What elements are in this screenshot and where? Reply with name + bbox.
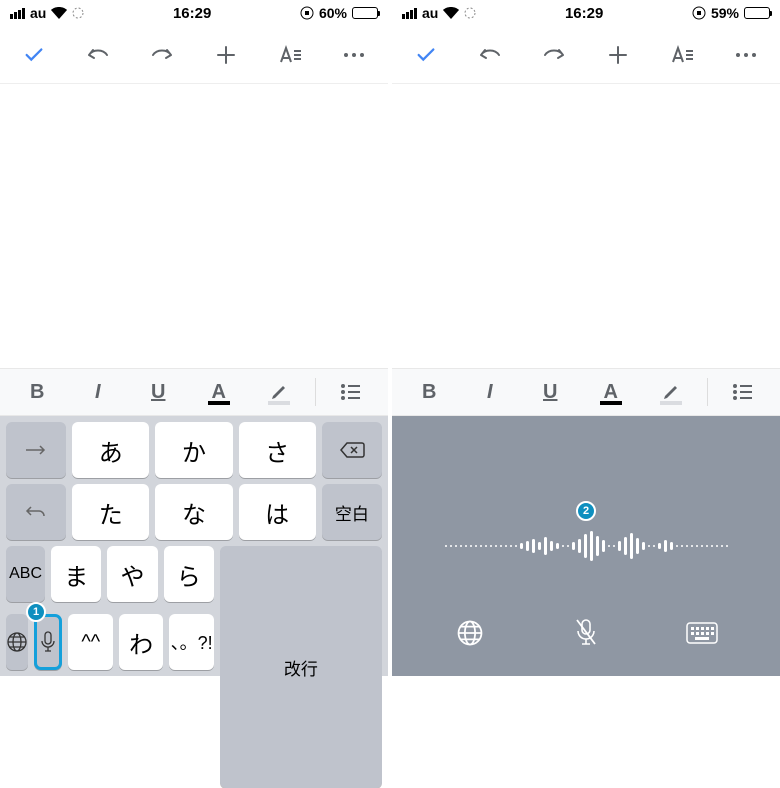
separator: [707, 378, 708, 406]
italic-button[interactable]: I: [461, 372, 520, 412]
kana-key[interactable]: あ: [72, 422, 149, 478]
abc-key[interactable]: ABC: [6, 546, 45, 602]
undo-key[interactable]: [6, 484, 66, 540]
redo-button[interactable]: [534, 35, 574, 75]
signal-icon: [402, 8, 417, 19]
separator: [315, 378, 316, 406]
carrier-label: au: [30, 5, 46, 21]
wifi-icon: [443, 7, 459, 19]
underline-button[interactable]: U: [129, 372, 188, 412]
globe-key[interactable]: [6, 614, 28, 670]
format-bar: B I U A: [0, 368, 388, 416]
text-format-button[interactable]: [662, 35, 702, 75]
confirm-button[interactable]: [14, 35, 54, 75]
highlight-button[interactable]: [642, 372, 701, 412]
confirm-button[interactable]: [406, 35, 446, 75]
battery-icon: [352, 7, 378, 19]
arrow-key[interactable]: [6, 422, 66, 478]
status-bar: au 16:29 60%: [0, 0, 388, 26]
format-bar: B I U A: [392, 368, 780, 416]
add-button[interactable]: [598, 35, 638, 75]
keyboard-button[interactable]: [682, 613, 722, 653]
voice-input-panel: 2: [392, 416, 780, 676]
callout-badge-1: 1: [26, 602, 46, 622]
kana-key[interactable]: ま: [51, 546, 101, 602]
redo-button[interactable]: [142, 35, 182, 75]
clock: 16:29: [565, 5, 603, 22]
backspace-key[interactable]: [322, 422, 382, 478]
status-bar: au 16:29 59%: [392, 0, 780, 26]
text-format-button[interactable]: [270, 35, 310, 75]
loading-icon: [464, 7, 476, 19]
kana-key[interactable]: わ: [119, 614, 163, 670]
wifi-icon: [51, 7, 67, 19]
kana-key[interactable]: た: [72, 484, 149, 540]
loading-icon: [72, 7, 84, 19]
keyboard: あ か さ た な は 空白 ABC ま や ら: [0, 416, 388, 676]
mic-stop-button[interactable]: [566, 613, 606, 653]
underline-button[interactable]: U: [521, 372, 580, 412]
punct-key[interactable]: 、。?!: [169, 614, 213, 670]
more-button[interactable]: [726, 35, 766, 75]
orientation-lock-icon: [692, 6, 706, 20]
kana-key[interactable]: な: [155, 484, 232, 540]
italic-button[interactable]: I: [69, 372, 128, 412]
bold-button[interactable]: B: [400, 372, 459, 412]
return-key[interactable]: 改行: [220, 546, 382, 788]
kana-key[interactable]: さ: [239, 422, 316, 478]
kana-key[interactable]: は: [239, 484, 316, 540]
undo-button[interactable]: [78, 35, 118, 75]
highlight-button[interactable]: [250, 372, 309, 412]
bold-button[interactable]: B: [8, 372, 67, 412]
carrier-label: au: [422, 5, 438, 21]
document-area[interactable]: [392, 84, 780, 368]
clock: 16:29: [173, 5, 211, 22]
battery-pct: 59%: [711, 5, 739, 21]
space-key[interactable]: 空白: [322, 484, 382, 540]
app-toolbar: [392, 26, 780, 84]
text-color-button[interactable]: A: [190, 372, 249, 412]
phone-left: au 16:29 60% B I: [0, 0, 388, 676]
add-button[interactable]: [206, 35, 246, 75]
undo-button[interactable]: [470, 35, 510, 75]
list-button[interactable]: [714, 372, 773, 412]
app-toolbar: [0, 26, 388, 84]
text-color-button[interactable]: A: [582, 372, 641, 412]
waveform: [392, 521, 780, 571]
mic-key[interactable]: [34, 614, 62, 670]
battery-pct: 60%: [319, 5, 347, 21]
document-area[interactable]: [0, 84, 388, 368]
more-button[interactable]: [334, 35, 374, 75]
kana-key[interactable]: や: [107, 546, 157, 602]
phone-right: au 16:29 59% B I: [392, 0, 780, 676]
callout-badge-2: 2: [576, 501, 596, 521]
battery-icon: [744, 7, 770, 19]
emoticon-key[interactable]: ^^: [68, 614, 112, 670]
kana-key[interactable]: か: [155, 422, 232, 478]
list-button[interactable]: [322, 372, 381, 412]
kana-key[interactable]: ら: [164, 546, 214, 602]
signal-icon: [10, 8, 25, 19]
orientation-lock-icon: [300, 6, 314, 20]
globe-button[interactable]: [450, 613, 490, 653]
